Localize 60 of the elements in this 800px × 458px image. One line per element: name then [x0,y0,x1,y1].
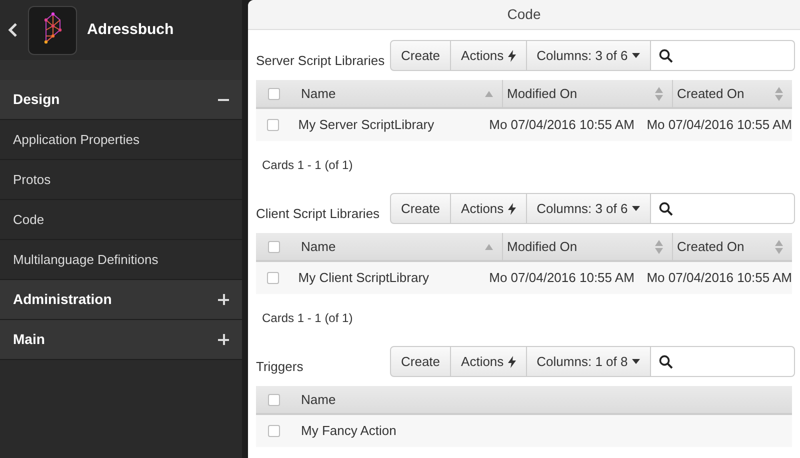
column-header[interactable]: Created On [672,80,792,107]
create-button[interactable]: Create [390,346,452,377]
column-header[interactable]: Name [292,233,502,260]
plus-icon [218,334,229,345]
table-cell-text: My Server ScriptLibrary [297,116,436,134]
caret-icon [632,53,640,58]
plus-icon [218,294,229,305]
lightning-icon [508,356,516,368]
columns-button[interactable]: Columns: 1 of 8 [526,346,651,377]
search-icon [658,202,673,216]
column-header[interactable]: Modified On [502,80,672,107]
app-title: Adressbuch [87,20,174,40]
section-title: Server Script Libraries [256,52,386,70]
table-cell-text: My Client ScriptLibrary [297,269,430,288]
sort-icon[interactable] [654,238,664,254]
sidebar-group[interactable]: Main [0,320,242,360]
select-all-checkbox[interactable] [268,394,280,406]
row-checkbox[interactable] [266,272,279,284]
sort-icon[interactable] [774,238,784,254]
back-icon[interactable] [8,22,18,38]
table-cell-text: Mo 07/04/2016 10:55 AM [646,269,792,288]
sidebar-group[interactable]: Administration [0,280,242,320]
create-button[interactable]: Create [390,40,452,71]
lightning-icon [508,202,516,214]
section-title: Triggers [256,358,304,376]
sidebar-group[interactable]: Design [0,80,242,120]
actions-button[interactable]: Actions [451,40,527,71]
actions-button[interactable]: Actions [451,193,527,224]
search-field[interactable] [650,346,795,377]
search-icon [658,354,673,368]
card-count: Cards 1 - 1 (of 1) [261,310,354,327]
sort-ascending-icon[interactable] [484,90,494,98]
search-field[interactable] [650,40,795,71]
columns-button[interactable]: Columns: 3 of 6 [526,193,651,224]
column-header[interactable]: Modified On [502,233,672,260]
search-field[interactable] [650,193,795,224]
columns-button[interactable]: Columns: 3 of 6 [526,40,651,71]
row-checkbox[interactable] [266,119,279,131]
actions-button[interactable]: Actions [451,346,527,377]
table-cell-text: Mo 07/04/2016 10:55 AM [488,116,636,134]
select-all-checkbox[interactable] [268,240,280,252]
table-cell-text: My Fancy Action [300,422,398,440]
table-cell-text: Mo 07/04/2016 10:55 AM [646,116,792,134]
column-header[interactable]: Name [292,80,502,107]
column-header[interactable]: Created On [672,233,792,260]
caret-icon [632,206,640,211]
page-header: Code [248,0,800,30]
lightning-icon [508,50,516,62]
table-cell-text: Mo 07/04/2016 10:55 AM [488,269,636,288]
sort-ascending-icon[interactable] [484,242,494,250]
create-button[interactable]: Create [390,193,452,224]
caret-icon [632,359,640,364]
sort-icon[interactable] [654,86,664,102]
section-title: Client Script Libraries [256,204,381,223]
sort-icon[interactable] [774,86,784,102]
row-checkbox[interactable] [268,425,280,437]
column-header[interactable]: Name [292,386,792,413]
card-count: Cards 1 - 1 (of 1) [261,157,354,174]
select-all-checkbox[interactable] [268,88,280,100]
search-icon [658,48,673,62]
